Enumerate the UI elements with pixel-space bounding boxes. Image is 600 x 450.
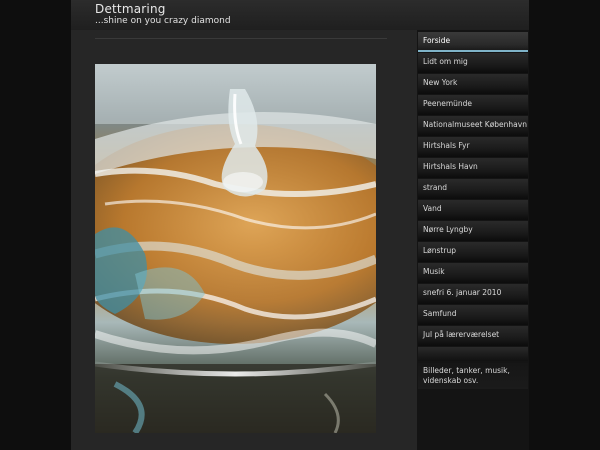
nav-item-lonstrup[interactable]: Lønstrup <box>418 242 528 262</box>
nav-item-hirtshals-havn[interactable]: Hirtshals Havn <box>418 158 528 178</box>
water-drop-photo[interactable] <box>95 64 376 433</box>
nav-item-norre-lyngby[interactable]: Nørre Lyngby <box>418 221 528 241</box>
page: Dettmaring ...shine on you crazy diamond <box>0 0 600 450</box>
site-description: Billeder, tanker, musik, videnskab osv. <box>418 363 528 389</box>
nav-item-samfund[interactable]: Samfund <box>418 305 528 325</box>
nav-item-peenemunde[interactable]: Peenemünde <box>418 95 528 115</box>
main-content <box>71 30 416 450</box>
site-tagline: ...shine on you crazy diamond <box>95 16 231 26</box>
sidebar: Forside Lidt om mig New York Peenemünde … <box>417 30 529 450</box>
nav-item-nationalmuseet[interactable]: Nationalmuseet København <box>418 116 528 136</box>
nav-item-forside[interactable]: Forside <box>418 32 528 52</box>
nav-item-lidt-om-mig[interactable]: Lidt om mig <box>418 53 528 73</box>
site-title[interactable]: Dettmaring <box>95 2 166 16</box>
nav-item-snefri[interactable]: snefri 6. januar 2010 <box>418 284 528 304</box>
nav-item-jul[interactable]: Jul på lærerværelset <box>418 326 528 346</box>
sidebar-spacer <box>418 347 528 361</box>
nav-item-musik[interactable]: Musik <box>418 263 528 283</box>
content-divider <box>95 38 387 39</box>
sidebar-nav: Forside Lidt om mig New York Peenemünde … <box>418 32 528 389</box>
nav-item-strand[interactable]: strand <box>418 179 528 199</box>
water-drop-image <box>95 64 376 433</box>
site-header: Dettmaring ...shine on you crazy diamond <box>71 0 529 30</box>
nav-item-new-york[interactable]: New York <box>418 74 528 94</box>
site-wrapper: Dettmaring ...shine on you crazy diamond <box>71 0 529 450</box>
nav-item-vand[interactable]: Vand <box>418 200 528 220</box>
nav-item-hirtshals-fyr[interactable]: Hirtshals Fyr <box>418 137 528 157</box>
